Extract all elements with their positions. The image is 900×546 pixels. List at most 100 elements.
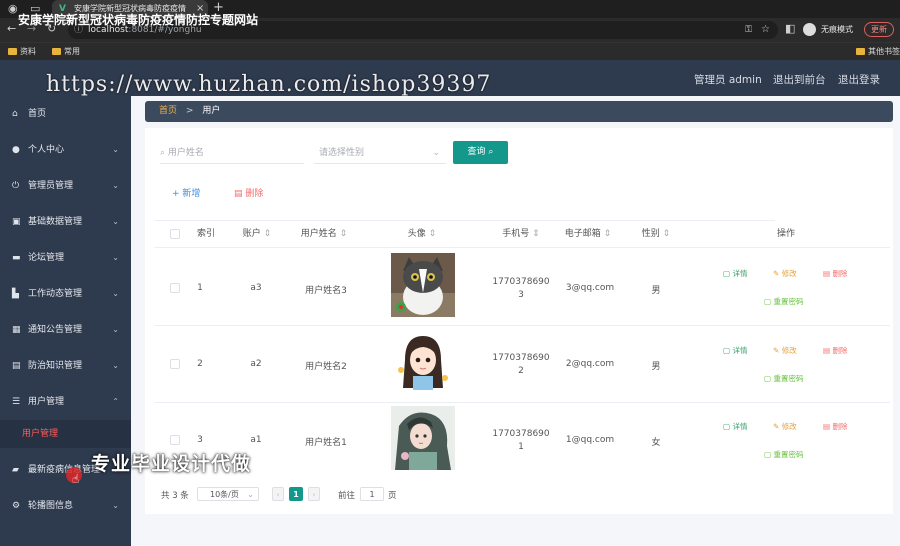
search-name-placeholder: 用户姓名 — [167, 148, 204, 158]
column-header-email[interactable]: 电子邮箱 ⇕ — [560, 221, 616, 247]
select-all-checkbox[interactable] — [170, 229, 180, 239]
sidebar-item-label: 基础数据管理 — [28, 217, 83, 227]
data-icon: ▣ — [12, 217, 21, 227]
sidebar-item-carousel[interactable]: ⚙ 轮播图信息 ⌄ — [0, 488, 131, 524]
sidebar-item-label: 首页 — [28, 109, 47, 119]
cell-account: a3 — [250, 283, 262, 293]
avatar-cat[interactable] — [391, 253, 455, 317]
column-header-avatar[interactable]: 头像 ⇕ — [402, 221, 442, 247]
sort-icon: ⇕ — [603, 229, 612, 239]
update-button[interactable]: 更新 — [864, 22, 894, 37]
next-page-button[interactable]: › — [308, 487, 320, 501]
cell-name: 用户姓名2 — [305, 362, 347, 372]
other-bookmarks[interactable]: 其他书签 — [856, 46, 900, 57]
sidebar: ⌂ 首页 ● 个人中心 ⌄ ⏻ 管理员管理 ⌄ ▣ 基础数据管理 ⌄ ▬ 论坛管… — [0, 96, 131, 546]
chrome-menu-icon[interactable]: ◉ — [8, 2, 18, 16]
bookmark-star-icon[interactable]: ☆ — [761, 21, 770, 39]
cell-name: 用户姓名1 — [305, 438, 347, 448]
sidebar-item-label: 轮播图信息 — [28, 501, 74, 511]
avatar-girl-painting[interactable] — [391, 406, 455, 470]
breadcrumb-current: 用户 — [202, 106, 221, 116]
cell-phone: 1770378690 2 — [492, 353, 550, 376]
bookmark-item[interactable]: 常用 — [52, 46, 80, 57]
bookmark-item[interactable]: 资料 — [8, 46, 36, 57]
column-header-index[interactable]: 索引 — [193, 221, 219, 247]
detail-button[interactable]: ▢ 详情 — [723, 421, 747, 432]
sort-icon: ⇕ — [263, 229, 272, 239]
cat-photo-image — [391, 253, 455, 317]
back-icon[interactable]: ← — [7, 22, 16, 36]
row-checkbox[interactable] — [170, 359, 180, 369]
key-icon[interactable]: ⚿ — [745, 21, 752, 39]
reset-password-button[interactable]: ▢ 重置密码 — [764, 373, 803, 384]
reset-password-button[interactable]: ▢ 重置密码 — [764, 449, 803, 460]
chevron-down-icon: ⌄ — [112, 181, 119, 190]
sidebar-item-label: 个人中心 — [28, 145, 65, 155]
detail-button[interactable]: ▢ 详情 — [723, 345, 747, 356]
sidebar-item-work-news[interactable]: ▙ 工作动态管理 ⌄ — [0, 276, 131, 312]
chevron-down-icon: ⌄ — [247, 490, 254, 499]
cell-gender: 女 — [651, 438, 661, 448]
row-delete-button[interactable]: ▤ 删除 — [823, 421, 847, 432]
sidebar-item-home[interactable]: ⌂ 首页 — [0, 96, 131, 132]
sidebar-item-user-management[interactable]: ☰ 用户管理 ⌃ — [0, 384, 131, 420]
edit-button[interactable]: ✎ 修改 — [773, 268, 797, 279]
column-header-account[interactable]: 账户 ⇕ — [237, 221, 277, 247]
sliders-icon: ☰ — [12, 397, 21, 407]
detail-button[interactable]: ▢ 详情 — [723, 268, 747, 279]
cell-name: 用户姓名3 — [305, 286, 347, 296]
delete-label: 删除 — [245, 189, 264, 199]
row-checkbox[interactable] — [170, 283, 180, 293]
chevron-down-icon: ⌄ — [112, 289, 119, 298]
search-icon: ⌕ — [488, 147, 494, 157]
add-button[interactable]: + 新增 — [172, 186, 200, 199]
page-size-value: 10条/页 — [210, 490, 239, 499]
breadcrumb-home[interactable]: 首页 — [159, 106, 177, 116]
edit-button[interactable]: ✎ 修改 — [773, 345, 797, 356]
detail-icon: ▢ — [723, 422, 731, 431]
column-header-name[interactable]: 用户姓名 ⇕ — [296, 221, 352, 247]
row-checkbox[interactable] — [170, 435, 180, 445]
reset-icon: ▢ — [764, 297, 772, 306]
book-icon: ▤ — [12, 361, 21, 371]
page-button-current[interactable]: 1 — [289, 487, 303, 501]
incognito-avatar-icon[interactable] — [803, 23, 816, 36]
back-to-frontend-link[interactable]: 退出到前台 — [773, 72, 826, 87]
sidebar-item-basic-data[interactable]: ▣ 基础数据管理 ⌄ — [0, 204, 131, 240]
goto-page-input[interactable]: 1 — [360, 487, 384, 501]
prev-page-button[interactable]: ‹ — [272, 487, 284, 501]
chevron-down-icon: ⌄ — [112, 325, 119, 334]
trash-icon: ▤ — [234, 189, 243, 199]
grid-icon: ▦ — [12, 325, 21, 335]
sidebar-item-label: 管理员管理 — [28, 181, 74, 191]
column-header-gender[interactable]: 性别 ⇕ — [636, 221, 676, 247]
logout-link[interactable]: 退出登录 — [838, 72, 880, 87]
reset-password-button[interactable]: ▢ 重置密码 — [764, 296, 803, 307]
query-button[interactable]: 查询 ⌕ — [453, 141, 508, 164]
trash-icon: ▤ — [823, 422, 831, 431]
row-delete-button[interactable]: ▤ 删除 — [823, 268, 847, 279]
sidebar-item-notices[interactable]: ▦ 通知公告管理 ⌄ — [0, 312, 131, 348]
search-name-input[interactable]: ⌕ 用户姓名 — [160, 142, 304, 164]
row-delete-button[interactable]: ▤ 删除 — [823, 345, 847, 356]
site-title: 安康学院新型冠状病毒防疫疫情防控专题网站 — [18, 13, 259, 27]
edit-button[interactable]: ✎ 修改 — [773, 421, 797, 432]
trash-icon: ▤ — [823, 346, 831, 355]
page-size-select[interactable]: 10条/页 ⌄ — [197, 487, 259, 501]
sidebar-item-prevention-knowledge[interactable]: ▤ 防治知识管理 ⌄ — [0, 348, 131, 384]
column-header-phone[interactable]: 手机号 ⇕ — [496, 221, 546, 247]
avatar-girl-cartoon[interactable] — [391, 330, 455, 394]
sidebar-subitem-user-management[interactable]: 用户管理 — [0, 420, 131, 448]
breadcrumb: 首页 > 用户 — [145, 101, 893, 122]
sidebar-item-label: 最新疫病信息管理 — [28, 465, 101, 475]
goto-label: 前往 — [338, 491, 356, 501]
sidebar-item-forum[interactable]: ▬ 论坛管理 ⌄ — [0, 240, 131, 276]
sidepanel-icon[interactable]: ◧ — [785, 22, 795, 36]
gender-select[interactable]: 请选择性别 ⌄ — [314, 142, 446, 164]
delete-button[interactable]: ▤ 删除 — [234, 186, 263, 199]
sidebar-item-admin-management[interactable]: ⏻ 管理员管理 ⌄ — [0, 168, 131, 204]
sidebar-item-label: 用户管理 — [28, 397, 65, 407]
profile-label[interactable]: 无痕模式 — [821, 24, 853, 35]
chevron-down-icon: ⌄ — [112, 501, 119, 510]
sidebar-item-personal-center[interactable]: ● 个人中心 ⌄ — [0, 132, 131, 168]
